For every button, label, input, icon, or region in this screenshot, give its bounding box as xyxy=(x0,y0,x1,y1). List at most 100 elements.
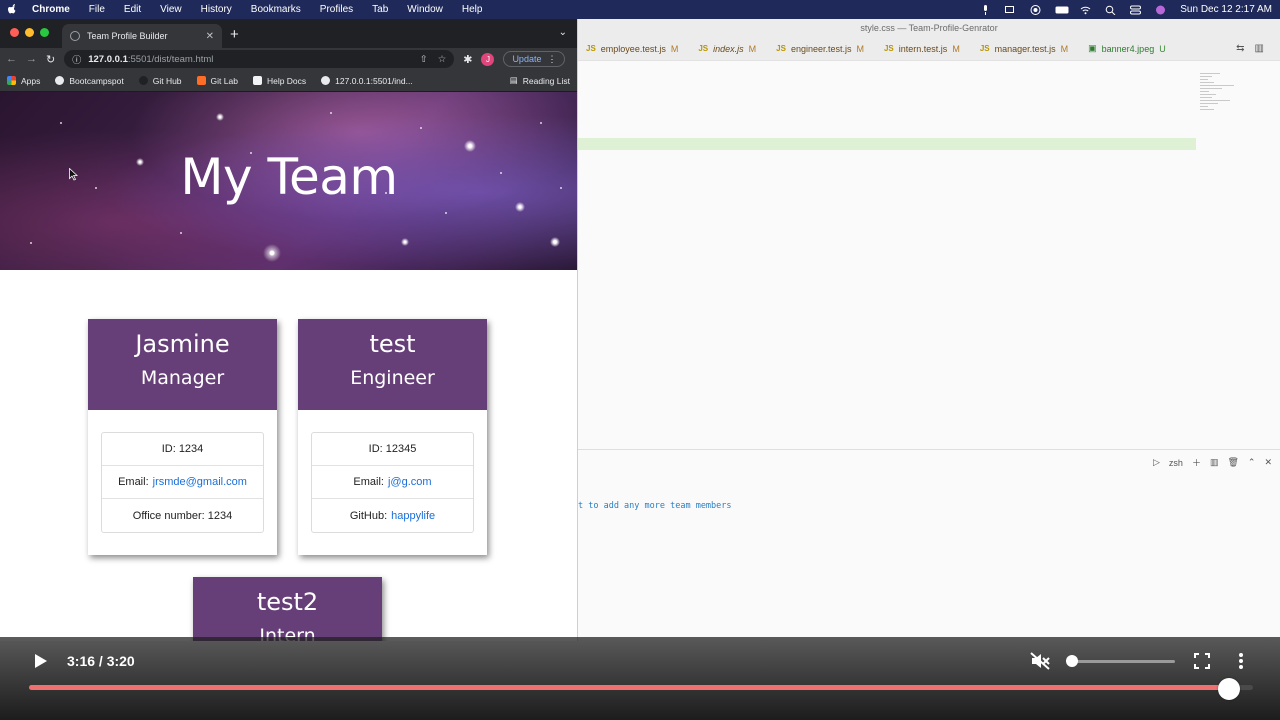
extensions-icon[interactable]: ✱ xyxy=(463,53,472,66)
editor-tab-index[interactable]: JS index.js M xyxy=(690,37,768,61)
bookmark-gitlab[interactable]: Git Lab xyxy=(196,76,238,86)
editor-tab-label: engineer.test.js xyxy=(790,43,852,54)
back-icon[interactable]: ← xyxy=(6,53,17,65)
tab-search-icon[interactable]: ⌄ xyxy=(559,27,567,38)
editor-tab-banner-image[interactable]: ▣ banner4.jpeg U xyxy=(1080,37,1178,61)
editor-tab-intern-test[interactable]: JS intern.test.js M xyxy=(876,37,972,61)
reading-list-label: Reading List xyxy=(522,75,570,86)
bookmark-github[interactable]: Git Hub xyxy=(138,76,182,86)
video-player-controls: 3:16 / 3:20 xyxy=(0,637,1280,720)
email-link[interactable]: jrsmde@gmail.com xyxy=(153,476,247,488)
seek-bar-played xyxy=(29,685,1229,690)
employee-role: Engineer xyxy=(350,367,435,389)
editor-tab-manager-test[interactable]: JS manager.test.js M xyxy=(972,37,1080,61)
close-window-button[interactable] xyxy=(10,28,19,37)
reading-list-button[interactable]: ▤ Reading List xyxy=(510,75,570,86)
address-bar[interactable]: ⓘ 127.0.0.1:5501/dist/team.html ⇧ ☆ xyxy=(64,50,455,68)
vscode-tab-bar: JS employee.test.js M JS index.js M JS engine… xyxy=(578,37,1280,61)
browser-toolbar: ← → ↻ ⓘ 127.0.0.1:5501/dist/team.html ⇧ … xyxy=(0,48,577,70)
reload-icon[interactable]: ↻ xyxy=(46,53,55,66)
control-center-icon[interactable] xyxy=(1130,5,1142,15)
screen: Chrome File Edit View History Bookmarks … xyxy=(0,0,1280,720)
profile-avatar[interactable]: J xyxy=(481,52,495,66)
github-link[interactable]: happylife xyxy=(391,510,435,522)
terminal-shell-label[interactable]: zsh xyxy=(1169,458,1183,468)
bookmark-star-icon[interactable]: ☆ xyxy=(438,54,447,65)
employee-card: Jasmine Manager ID: 1234 Email: jrsmde@g… xyxy=(88,319,277,555)
microphone-icon[interactable] xyxy=(980,4,991,15)
battery-icon[interactable] xyxy=(1055,5,1069,15)
editor-actions: ⇆ ▥ xyxy=(1236,43,1280,54)
seek-bar[interactable] xyxy=(29,685,1253,690)
browser-tab-active[interactable]: Team Profile Builder ✕ xyxy=(62,24,222,48)
trash-icon[interactable]: 🗑 xyxy=(1227,457,1238,468)
menu-file[interactable]: File xyxy=(89,4,105,15)
minimap[interactable] xyxy=(1200,73,1240,143)
email-label: Email: xyxy=(353,476,384,488)
menubar-clock[interactable]: Sun Dec 12 2:17 AM xyxy=(1180,4,1272,15)
open-changes-icon[interactable]: ⇆ xyxy=(1236,43,1244,54)
menu-history[interactable]: History xyxy=(201,4,232,15)
image-file-icon: ▣ xyxy=(1088,43,1097,53)
spotlight-search-icon[interactable] xyxy=(1105,5,1116,15)
muted-speaker-icon[interactable] xyxy=(1030,652,1050,670)
fullscreen-icon[interactable] xyxy=(1194,653,1210,669)
menu-help[interactable]: Help xyxy=(462,4,483,15)
bookmark-bootcampspot[interactable]: Bootcampspot xyxy=(55,75,124,86)
playback-time: 3:16 / 3:20 xyxy=(67,653,135,669)
menu-view[interactable]: View xyxy=(160,4,182,15)
seek-bar-handle[interactable] xyxy=(1217,678,1240,700)
maximize-panel-icon[interactable]: ⌃ xyxy=(1248,457,1256,468)
apple-icon[interactable] xyxy=(8,4,18,15)
employee-card: test Engineer ID: 12345 Email: j@g.com G… xyxy=(298,319,487,555)
url-host: 127.0.0.1 xyxy=(88,53,128,65)
menu-app-name[interactable]: Chrome xyxy=(32,4,70,15)
new-terminal-icon[interactable]: ＋ xyxy=(1192,456,1201,469)
editor-tab-label: index.js xyxy=(713,43,744,54)
minimize-window-button[interactable] xyxy=(25,28,34,37)
screen-mirror-icon[interactable] xyxy=(1005,5,1016,15)
record-icon[interactable] xyxy=(1030,4,1041,15)
menu-bookmarks[interactable]: Bookmarks xyxy=(251,4,301,15)
github-label: GitHub: xyxy=(349,509,388,522)
code-editor[interactable] xyxy=(578,61,1280,449)
zoom-window-button[interactable] xyxy=(40,28,49,37)
vscode-window: style.css — Team-Profile-Genrator JS empl… xyxy=(578,19,1280,637)
volume-slider-track[interactable] xyxy=(1072,660,1175,663)
employee-name: test xyxy=(369,330,416,358)
split-terminal-icon[interactable]: ▥ xyxy=(1210,457,1219,468)
employee-role: Manager xyxy=(140,367,225,389)
terminal-panel[interactable]: ▷ zsh ＋ ▥ 🗑 ⌃ ✕ t to add any more team m… xyxy=(578,449,1280,637)
more-options-icon[interactable] xyxy=(1239,653,1243,669)
card-header: test2 Intern xyxy=(193,577,382,641)
page-title: My Team xyxy=(180,148,398,206)
share-icon[interactable]: ⇧ xyxy=(420,54,428,65)
site-info-icon[interactable]: ⓘ xyxy=(72,53,81,66)
email-link[interactable]: j@g.com xyxy=(388,476,432,488)
menu-edit[interactable]: Edit xyxy=(124,4,141,15)
bookmark-label: Apps xyxy=(21,75,41,86)
close-panel-icon[interactable]: ✕ xyxy=(1264,457,1272,468)
bookmark-help-docs[interactable]: Help Docs xyxy=(252,76,306,86)
menu-window[interactable]: Window xyxy=(407,4,443,15)
employee-name: Jasmine xyxy=(135,330,230,358)
forward-icon[interactable]: → xyxy=(26,53,37,65)
menu-tab[interactable]: Tab xyxy=(372,4,388,15)
volume-slider-handle[interactable] xyxy=(1066,655,1078,667)
menu-profiles[interactable]: Profiles xyxy=(320,4,353,15)
new-tab-button[interactable]: + xyxy=(230,26,239,43)
wifi-icon[interactable] xyxy=(1080,5,1091,15)
menubar-status-area: Sun Dec 12 2:17 AM xyxy=(980,4,1272,15)
update-button[interactable]: Update ⋮ xyxy=(503,51,566,67)
team-page[interactable]: My Team Jasmine Manager ID: 1234 Email: … xyxy=(0,92,577,641)
close-tab-icon[interactable]: ✕ xyxy=(206,31,214,42)
editor-tab-employee-test[interactable]: JS employee.test.js M xyxy=(578,37,690,61)
bookmark-localhost[interactable]: 127.0.0.1:5501/ind... xyxy=(321,76,413,86)
siri-icon[interactable] xyxy=(1155,5,1166,15)
bookmark-label: Bootcampspot xyxy=(69,75,124,86)
split-editor-icon[interactable]: ▥ xyxy=(1255,43,1264,54)
bookmark-apps[interactable]: Apps xyxy=(7,76,40,86)
play-button[interactable] xyxy=(35,654,47,668)
url-path: :5501/dist/team.html xyxy=(127,53,214,65)
editor-tab-engineer-test[interactable]: JS engineer.test.js M xyxy=(768,37,876,61)
